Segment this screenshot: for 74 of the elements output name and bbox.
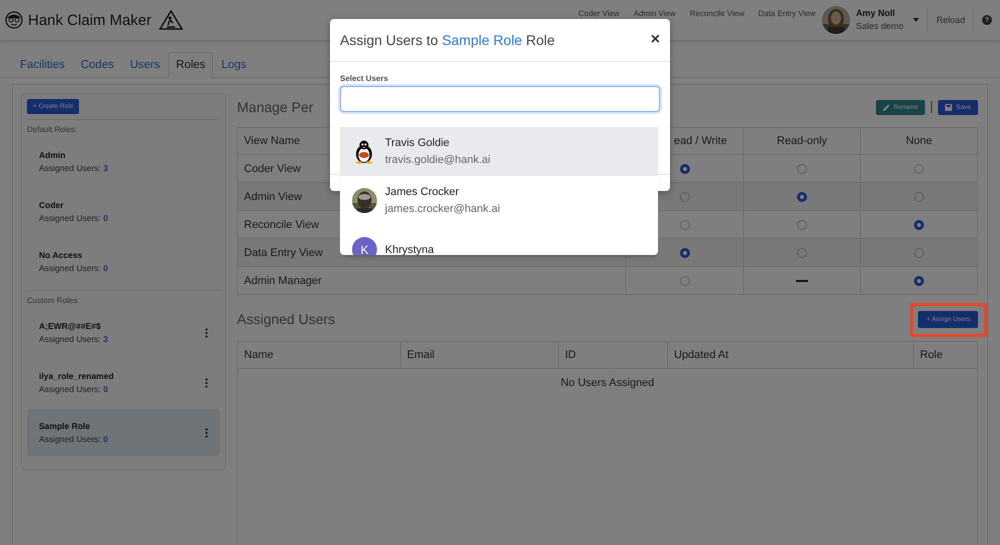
tab[interactable]: Users [122, 52, 168, 78]
empty-message: No Users Assigned [238, 368, 977, 396]
role-name: No Access [39, 250, 84, 260]
role-item[interactable]: Admin Assigned Users: 3 [27, 138, 220, 185]
radio-button[interactable] [680, 220, 690, 230]
radio-button[interactable] [680, 276, 690, 286]
reload-link[interactable]: Reload [936, 15, 965, 25]
user-select-field[interactable] [340, 86, 660, 112]
assigned-count: Assigned Users: 0 [39, 434, 109, 444]
dialog-title: Assign Users to Sample Role Role [340, 32, 555, 48]
column-header: ID [558, 342, 668, 368]
assigned-count: Assigned Users: 3 [39, 163, 109, 173]
column-header: Email [400, 342, 558, 368]
user-name: Travis Goldie [385, 137, 450, 149]
tab[interactable]: Roles [168, 52, 214, 78]
role-item[interactable]: Sample Role Assigned Users: 0 [27, 409, 220, 456]
field-label: Select Users [340, 74, 390, 83]
kebab-menu-icon[interactable] [205, 428, 208, 438]
radio-button[interactable] [797, 164, 807, 174]
role-item[interactable]: A;EWR@##E#$ Assigned Users: 3 [27, 309, 220, 356]
kebab-menu-icon[interactable] [205, 378, 208, 388]
radio-button[interactable] [680, 164, 690, 174]
construction-sign-icon [159, 10, 184, 30]
tab[interactable]: Facilities [12, 52, 73, 78]
tab[interactable]: Logs [213, 52, 254, 78]
radio-button[interactable] [914, 220, 924, 230]
user-email: travis.goldie@hank.ai [385, 154, 490, 166]
role-item[interactable]: ilya_role_renamed Assigned Users: 0 [27, 359, 220, 406]
user-option[interactable]: Travis Goldie travis.goldie@hank.ai [340, 127, 658, 176]
role-name: Admin [39, 150, 66, 160]
cartoon-face-logo-icon [5, 11, 23, 29]
nav-link[interactable]: Admin View [634, 9, 676, 18]
assigned-count: Assigned Users: 0 [39, 263, 109, 273]
section-heading: Assigned Users [237, 311, 336, 327]
role-name: A;EWR@##E#$ [39, 321, 102, 331]
nav-link[interactable]: Coder View [578, 9, 620, 18]
table-cell: Admin Manager [238, 266, 626, 294]
role-name: Coder [39, 200, 65, 210]
user-name: Khrystyna [385, 244, 434, 255]
column-header: None [860, 128, 978, 154]
letter-avatar: K [352, 237, 377, 255]
radio-button[interactable] [914, 248, 924, 258]
radio-button[interactable] [914, 192, 924, 202]
user-name: James Crocker [385, 186, 460, 198]
section-heading: Manage Per [237, 99, 314, 115]
assigned-count: Assigned Users: 3 [39, 334, 109, 344]
assigned-count: Assigned Users: 0 [39, 384, 109, 394]
nav-link[interactable]: Reconcile View [690, 9, 744, 18]
radio-button[interactable] [797, 220, 807, 230]
section-title: Custom Roles: [27, 296, 80, 305]
section-title: Default Roles: [27, 125, 78, 134]
assigned-count: Assigned Users: 0 [39, 213, 109, 223]
user-organization: Sales demo [856, 20, 904, 33]
role-name: Sample Role [39, 421, 92, 431]
app-title: Hank Claim Maker [28, 12, 152, 28]
pencil-icon [882, 104, 890, 110]
caret-icon[interactable] [913, 18, 920, 22]
role-item[interactable]: Coder Assigned Users: 0 [27, 188, 220, 235]
radio-button[interactable] [680, 248, 690, 258]
column-header: Read-only [744, 128, 860, 154]
kebab-menu-icon[interactable] [205, 328, 208, 338]
user-name: Amy Noll [856, 7, 896, 20]
radio-button[interactable] [914, 164, 924, 174]
close-button[interactable]: × [650, 31, 660, 49]
role-item[interactable]: No Access Assigned Users: 0 [27, 238, 220, 285]
column-header: Name [238, 342, 400, 368]
radio-button[interactable] [797, 248, 807, 258]
role-name: ilya_role_renamed [39, 371, 115, 381]
radio-button[interactable] [680, 192, 690, 202]
tab[interactable]: Codes [72, 52, 122, 78]
column-header: Updated At [668, 342, 914, 368]
radio-button[interactable] [914, 276, 924, 286]
radio-button[interactable] [797, 192, 807, 202]
nav-link[interactable]: Data Entry View [758, 9, 816, 18]
